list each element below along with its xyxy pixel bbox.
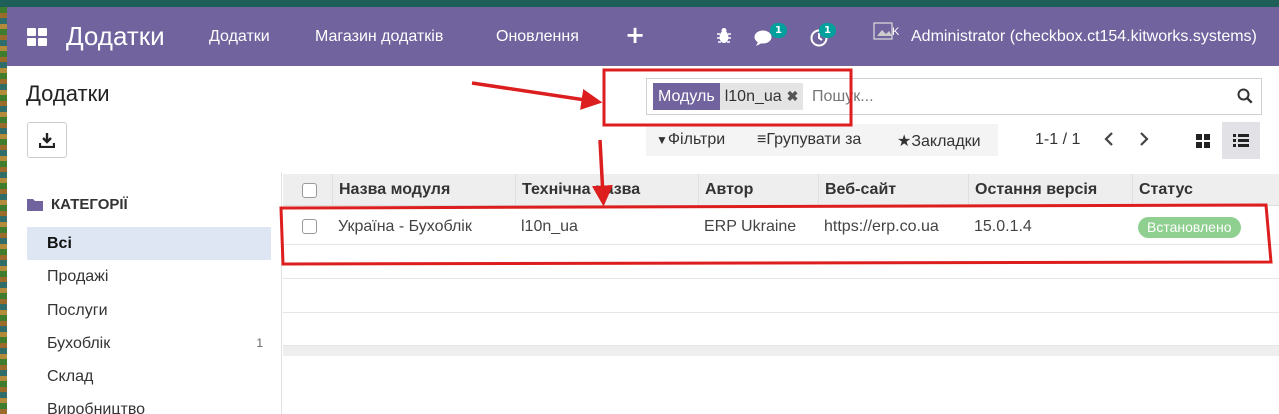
table-row[interactable]: Україна - Бухоблік l10n_ua ERP Ukraine h… [283,209,1279,245]
table-footer [283,346,1279,356]
group-by-label: Групувати за [766,131,862,148]
col-module-name[interactable]: Назва модуля [332,174,516,206]
empty-row [283,279,1279,313]
facet-remove-icon[interactable]: ✖ [787,83,799,110]
search-facet-module[interactable]: Модуль l10n_ua ✖ [653,83,804,110]
status-badge: Встановлено [1138,217,1241,238]
sidebar-item-label: Склад [47,368,94,385]
group-by-button[interactable]: ≡Групувати за [757,131,861,149]
pager-next-icon[interactable] [1138,130,1150,153]
categories-heading-text: КАТЕГОРІЇ [51,196,128,213]
sidebar-item-label: Виробництво [47,401,146,414]
folder-icon [27,199,43,211]
col-author[interactable]: Автор [698,174,819,206]
categories-sidebar: КАТЕГОРІЇ Всі Продажі Послуги Бухоблік 1 … [7,172,282,414]
sidebar-item-count: 1 [256,336,263,350]
sidebar-item-label: Продажі [47,268,109,285]
avatar-alt-text: K [892,26,900,38]
favorites-button[interactable]: ★Закладки [897,131,981,151]
window-left-edge [0,7,7,414]
search-input[interactable] [812,84,1192,109]
sidebar-item-manufacturing[interactable]: Виробництво [27,393,271,414]
favorites-label: Закладки [911,133,981,150]
menu-updates[interactable]: Оновлення [496,28,579,46]
group-bars-icon: ≡ [757,131,767,148]
table-header: Назва модуля Технічна назва Автор Веб-са… [283,174,1279,206]
sidebar-item-all[interactable]: Всі [27,227,271,260]
sidebar-item-label: Бухоблік [47,335,111,352]
top-navbar: Додатки Додатки Магазин додатків Оновлен… [7,7,1279,66]
empty-row [283,245,1279,279]
activities-count-badge: 1 [819,23,836,38]
plus-icon[interactable]: + [625,21,645,49]
sidebar-item-accounting[interactable]: Бухоблік 1 [27,327,271,360]
sidebar-item-label: Послуги [47,302,108,319]
cell-author: ERP Ukraine [704,218,797,235]
sidebar-item-inventory[interactable]: Склад [27,360,271,393]
modules-list-table: Назва модуля Технічна назва Автор Веб-са… [283,172,1279,414]
messages-count-badge: 1 [770,23,787,38]
app-brand-title[interactable]: Додатки [66,21,165,52]
list-icon [1233,134,1249,147]
col-technical-name[interactable]: Технічна назва [515,174,699,206]
apps-grid-icon[interactable] [27,28,47,46]
cell-technical-name: l10n_ua [521,218,578,235]
empty-row [283,313,1279,346]
download-button[interactable] [27,122,67,158]
categories-heading: КАТЕГОРІЇ [27,196,128,213]
sidebar-item-label: Всі [47,235,72,252]
debug-bug-icon[interactable] [716,27,732,49]
col-latest-version[interactable]: Остання версія [968,174,1133,206]
row-checkbox[interactable] [302,219,317,234]
annotation-arrow-to-search [471,81,603,110]
cell-module-name: Україна - Бухоблік [338,218,472,235]
window-top-edge [0,0,1279,7]
filters-label: Фільтри [667,131,726,148]
select-all-checkbox[interactable] [302,183,317,198]
pager-previous-icon[interactable] [1103,130,1115,153]
kanban-view-button[interactable] [1184,122,1222,159]
sidebar-item-sales[interactable]: Продажі [27,260,271,293]
filters-button[interactable]: ▼Фільтри [656,131,725,149]
breadcrumb-title: Додатки [26,81,110,106]
col-status[interactable]: Статус [1132,174,1279,206]
cell-latest-version: 15.0.1.4 [974,218,1032,235]
sidebar-item-services[interactable]: Послуги [27,294,271,327]
list-view-button[interactable] [1222,122,1260,159]
menu-apps[interactable]: Додатки [209,28,270,46]
facet-label: Модуль [653,83,720,110]
menu-app-store[interactable]: Магазин додатків [315,28,443,46]
download-icon [39,133,55,148]
search-options-bar: ▼Фільтри ≡Групувати за ★Закладки [646,124,998,156]
search-bar: Модуль l10n_ua ✖ [646,78,1262,115]
kanban-grid-icon [1196,133,1210,148]
star-icon: ★ [897,133,912,150]
col-website[interactable]: Веб-сайт [818,174,969,206]
search-icon[interactable] [1237,88,1253,108]
facet-value-text: l10n_ua [724,88,782,105]
user-menu[interactable]: Administrator (checkbox.ct154.kitworks.s… [911,28,1257,46]
pager-value[interactable]: 1-1 / 1 [1035,131,1080,149]
cell-website: https://erp.co.ua [824,218,939,235]
facet-value: l10n_ua ✖ [719,83,804,110]
filter-funnel-icon: ▼ [656,133,668,147]
user-avatar[interactable]: K [871,20,903,52]
